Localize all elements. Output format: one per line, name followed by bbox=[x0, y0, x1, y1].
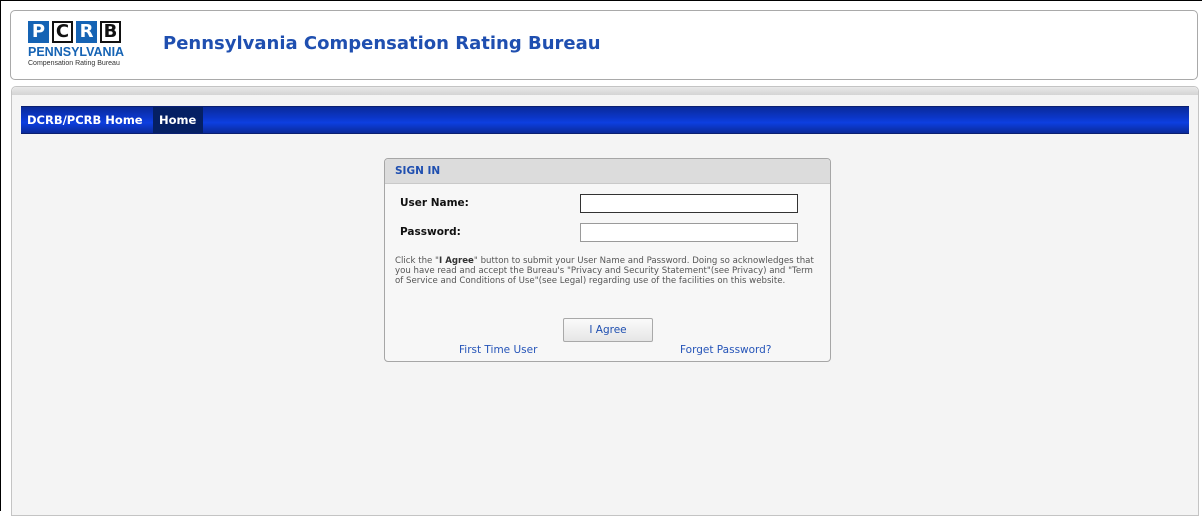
site-title: Pennsylvania Compensation Rating Bureau bbox=[163, 33, 601, 54]
sign-in-panel: SIGN IN User Name: Password: Click the "… bbox=[384, 158, 831, 362]
site-header: P C R B PENNSYLVANIA Compensation Rating… bbox=[10, 10, 1198, 80]
i-agree-button[interactable]: I Agree bbox=[563, 318, 653, 342]
nav-bar: DCRB/PCRB Home Home bbox=[21, 106, 1189, 134]
password-label: Password: bbox=[400, 226, 461, 238]
main-content: DCRB/PCRB Home Home SIGN IN User Name: P… bbox=[11, 86, 1199, 516]
sign-in-heading: SIGN IN bbox=[385, 159, 830, 184]
first-time-user-link[interactable]: First Time User bbox=[459, 344, 537, 356]
forget-password-link[interactable]: Forget Password? bbox=[680, 344, 771, 356]
content-top-strip bbox=[12, 87, 1198, 95]
pcrb-logo[interactable]: P C R B PENNSYLVANIA Compensation Rating… bbox=[28, 21, 150, 77]
username-label: User Name: bbox=[400, 197, 469, 209]
logo-letter-c: C bbox=[52, 21, 73, 43]
username-input[interactable] bbox=[580, 194, 798, 213]
notice-bold: I Agree bbox=[439, 256, 474, 266]
logo-letter-b: B bbox=[100, 21, 121, 43]
password-input[interactable] bbox=[580, 223, 798, 242]
logo-subtitle: Compensation Rating Bureau bbox=[28, 60, 120, 67]
window-frame-top bbox=[0, 0, 1202, 1]
notice-prefix: Click the " bbox=[395, 256, 439, 266]
nav-item-dcrb-pcrb-home[interactable]: DCRB/PCRB Home bbox=[21, 107, 153, 133]
window-frame-left bbox=[0, 0, 1, 511]
logo-letters: P C R B bbox=[28, 21, 150, 43]
nav-item-home[interactable]: Home bbox=[153, 107, 203, 133]
logo-letter-r: R bbox=[76, 21, 97, 43]
terms-notice: Click the "I Agree" button to submit you… bbox=[395, 256, 815, 286]
logo-state-name: PENNSYLVANIA bbox=[28, 45, 125, 59]
logo-letter-p: P bbox=[28, 21, 49, 43]
